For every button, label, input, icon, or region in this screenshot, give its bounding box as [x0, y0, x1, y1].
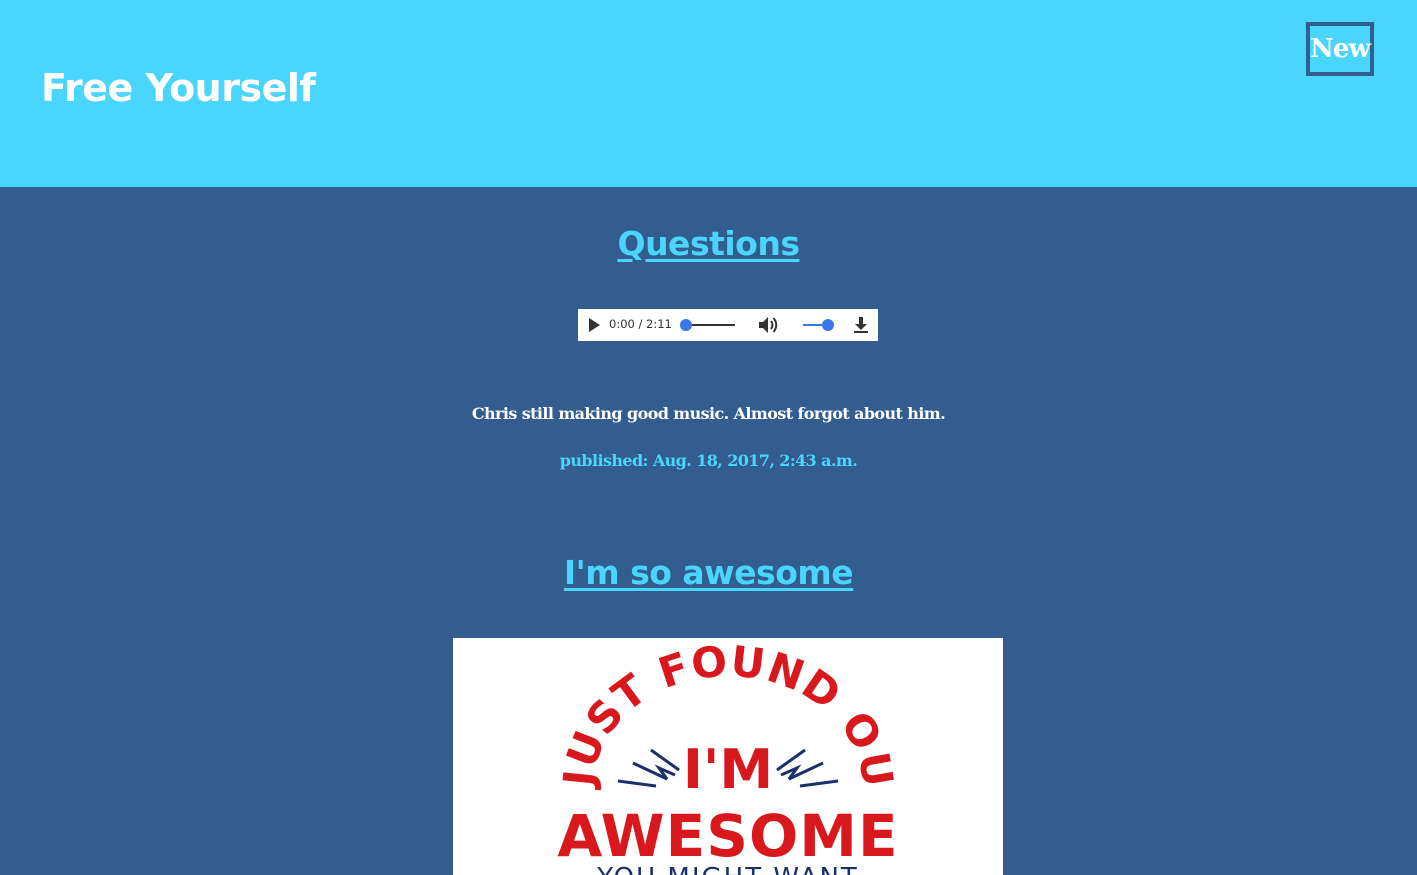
post-image: I JUST FOUND OUT I'M AWESOME YOU MIGHT W… [453, 638, 1003, 875]
awesome-graphic: I JUST FOUND OUT I'M AWESOME YOU MIGHT W… [453, 638, 902, 875]
site-title[interactable]: Free Yourself [41, 66, 316, 110]
seek-thumb[interactable] [680, 319, 692, 331]
image-awesome-text: AWESOME [557, 802, 898, 870]
new-post-button[interactable]: New [1306, 22, 1374, 76]
seek-bar[interactable] [686, 324, 735, 326]
post-body: Chris still making good music. Almost fo… [471, 404, 946, 423]
burst-lines-right [776, 748, 839, 788]
play-icon[interactable] [589, 318, 600, 332]
post-title: I'm so awesome [0, 553, 1417, 592]
burst-lines-left [617, 748, 680, 788]
volume-icon[interactable] [758, 316, 780, 334]
post-title-link[interactable]: I'm so awesome [564, 553, 854, 592]
audio-time: 0:00 / 2:11 [609, 317, 672, 331]
site-header: Free Yourself New [0, 0, 1417, 187]
post-title-link[interactable]: Questions [618, 224, 800, 263]
post-title: Questions [0, 224, 1417, 263]
image-im-text: I'M [683, 738, 773, 801]
audio-player[interactable]: 0:00 / 2:11 [578, 309, 878, 341]
post-published-date: published: Aug. 18, 2017, 2:43 a.m. [559, 451, 858, 470]
image-subtext: YOU MIGHT WANT [596, 863, 859, 875]
download-icon[interactable] [852, 316, 870, 334]
volume-thumb[interactable] [822, 319, 834, 331]
